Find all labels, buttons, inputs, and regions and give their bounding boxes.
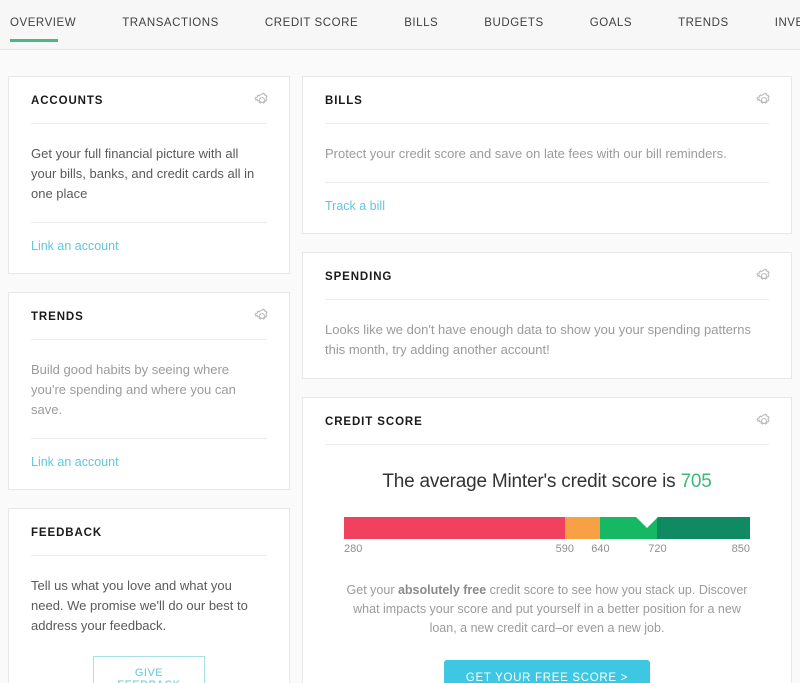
gauge-tick-label: 720 (648, 543, 666, 555)
main-navigation: OVERVIEW TRANSACTIONS CREDIT SCORE BILLS BUD… (0, 0, 800, 50)
nav-tab-credit-score[interactable]: CREDIT SCORE (265, 0, 382, 50)
gear-icon[interactable] (755, 267, 773, 285)
nav-tab-label: TRANSACTIONS (122, 17, 219, 29)
gauge-tick-labels: 280 590 640 720 850 (344, 543, 750, 559)
card-accounts-description: Get your full financial picture with all… (31, 144, 267, 204)
nav-tab-label: GOALS (590, 17, 632, 29)
gauge-tick-label: 590 (556, 543, 574, 555)
gauge-tick-label: 640 (591, 543, 609, 555)
nav-tab-transactions[interactable]: TRANSACTIONS (122, 0, 243, 50)
credit-score-desc-bold: absolutely free (398, 583, 486, 597)
card-bills-title: BILLS (325, 95, 771, 107)
give-feedback-button[interactable]: GIVE FEEDBACK (93, 656, 205, 683)
gauge-segment-poor (344, 517, 565, 539)
card-accounts-body: Get your full financial picture with all… (9, 124, 289, 222)
credit-score-headline-text: The average Minter's credit score is (382, 471, 680, 492)
gauge-tick-label: 280 (344, 543, 362, 555)
gear-icon[interactable] (755, 412, 773, 430)
nav-tab-overview[interactable]: OVERVIEW (10, 0, 100, 50)
card-trends-title: TRENDS (31, 311, 269, 323)
card-spending-header: SPENDING (303, 253, 791, 299)
card-trends-body: Build good habits by seeing where you're… (9, 340, 289, 438)
card-bills-header: BILLS (303, 77, 791, 123)
dashboard-content: ACCOUNTS Get your full financial picture… (0, 50, 800, 683)
card-bills-body: Protect your credit score and save on la… (303, 124, 791, 182)
card-credit-score-title: CREDIT SCORE (325, 416, 771, 428)
nav-tab-trends[interactable]: TRENDS (678, 0, 753, 50)
left-column: ACCOUNTS Get your full financial picture… (8, 76, 290, 683)
credit-score-headline: The average Minter's credit score is 705 (323, 471, 771, 493)
card-spending-title: SPENDING (325, 271, 771, 283)
nav-tab-investments[interactable]: INVESTMENTS (775, 0, 800, 50)
credit-score-desc-line1a: Get your (347, 583, 398, 597)
nav-tab-goals[interactable]: GOALS (590, 0, 656, 50)
gauge-tick-label: 850 (732, 543, 750, 555)
nav-tab-label: OVERVIEW (10, 17, 76, 29)
link-an-account-link[interactable]: Link an account (31, 455, 119, 469)
credit-score-value: 705 (681, 471, 712, 492)
card-credit-score: CREDIT SCORE The average Minter's credit… (302, 397, 792, 683)
card-accounts-footer: Link an account (9, 223, 289, 273)
track-a-bill-link[interactable]: Track a bill (325, 199, 385, 213)
card-feedback-title: FEEDBACK (31, 527, 269, 539)
right-column: BILLS Protect your credit score and save… (302, 76, 792, 683)
card-spending: SPENDING Looks like we don't have enough… (302, 252, 792, 379)
gear-icon[interactable] (253, 91, 271, 109)
card-bills: BILLS Protect your credit score and save… (302, 76, 792, 234)
card-credit-score-header: CREDIT SCORE (303, 398, 791, 444)
card-feedback-header: FEEDBACK (9, 509, 289, 555)
card-spending-body: Looks like we don't have enough data to … (303, 300, 791, 378)
card-trends-footer: Link an account (9, 439, 289, 489)
get-free-score-button[interactable]: GET YOUR FREE SCORE > (444, 660, 650, 683)
nav-tab-label: BILLS (404, 17, 438, 29)
gauge-score-marker (636, 517, 658, 528)
credit-score-desc-line3: loan, a new credit card–or even a new jo… (430, 621, 665, 635)
card-feedback: FEEDBACK Tell us what you love and what … (8, 508, 290, 683)
card-spending-description: Looks like we don't have enough data to … (325, 320, 769, 360)
card-credit-score-body: The average Minter's credit score is 705… (303, 445, 791, 683)
card-accounts-title: ACCOUNTS (31, 95, 269, 107)
card-accounts-header: ACCOUNTS (9, 77, 289, 123)
card-trends: TRENDS Build good habits by seeing where… (8, 292, 290, 490)
nav-tab-budgets[interactable]: BUDGETS (484, 0, 567, 50)
gear-icon[interactable] (755, 91, 773, 109)
credit-score-desc-line1b: credit score to see how you stack up. (486, 583, 695, 597)
gear-icon[interactable] (253, 307, 271, 325)
nav-tab-label: TRENDS (678, 17, 729, 29)
card-feedback-description: Tell us what you love and what you need.… (31, 576, 267, 636)
nav-tab-list: OVERVIEW TRANSACTIONS CREDIT SCORE BILLS BUD… (0, 0, 800, 49)
nav-tab-label: BUDGETS (484, 17, 543, 29)
nav-tab-label: INVESTMENTS (775, 17, 800, 29)
card-trends-description: Build good habits by seeing where you're… (31, 360, 267, 420)
nav-tab-active-underline (10, 39, 58, 42)
app-page: OVERVIEW TRANSACTIONS CREDIT SCORE BILLS BUD… (0, 0, 800, 683)
card-trends-header: TRENDS (9, 293, 289, 339)
card-accounts: ACCOUNTS Get your full financial picture… (8, 76, 290, 274)
link-an-account-link[interactable]: Link an account (31, 239, 119, 253)
credit-score-gauge: 280 590 640 720 850 (344, 517, 750, 559)
nav-tab-bills[interactable]: BILLS (404, 0, 462, 50)
gauge-segment-fair (565, 517, 601, 539)
gauge-bar (344, 517, 750, 539)
card-feedback-body: Tell us what you love and what you need.… (9, 556, 289, 683)
gauge-segment-excellent (657, 517, 750, 539)
card-bills-description: Protect your credit score and save on la… (325, 144, 769, 164)
card-bills-footer: Track a bill (303, 183, 791, 233)
credit-score-description: Get your absolutely free credit score to… (342, 581, 752, 638)
nav-tab-label: CREDIT SCORE (265, 17, 358, 29)
